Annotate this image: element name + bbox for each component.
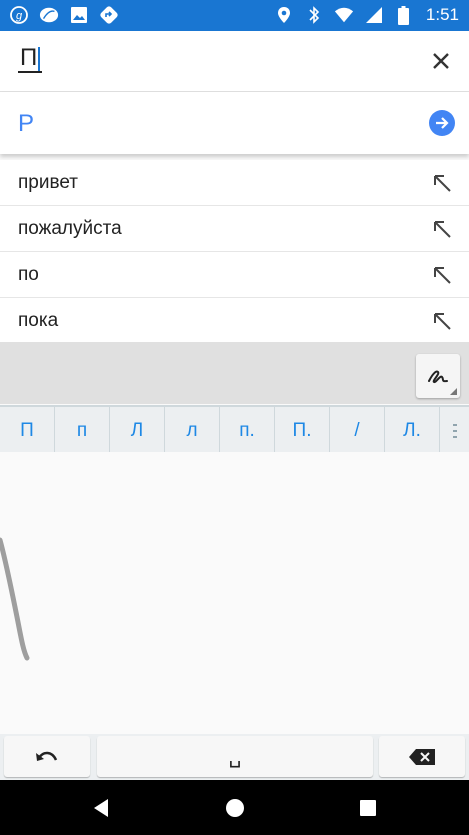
clear-button[interactable] bbox=[429, 49, 453, 73]
back-triangle-icon bbox=[94, 799, 108, 817]
suggestion-item[interactable]: привет bbox=[0, 160, 469, 206]
leaf-app-icon bbox=[39, 5, 59, 25]
candidate[interactable]: п. bbox=[220, 407, 275, 454]
status-bar: g 1:51 bbox=[0, 0, 469, 31]
candidate[interactable]: П. bbox=[275, 407, 330, 454]
handwriting-canvas[interactable] bbox=[0, 452, 469, 734]
suggestion-label: по bbox=[18, 264, 39, 285]
suggestion-item[interactable]: по bbox=[0, 252, 469, 298]
image-icon bbox=[69, 5, 89, 25]
candidate[interactable]: л bbox=[165, 407, 220, 454]
fill-query-arrow-icon[interactable] bbox=[431, 264, 453, 286]
keyboard-top-area bbox=[0, 342, 469, 404]
handwriting-button[interactable] bbox=[416, 354, 460, 398]
maps-nav-icon bbox=[99, 5, 119, 25]
keyboard-bottom-row: ␣ bbox=[0, 734, 469, 780]
close-icon bbox=[433, 53, 449, 69]
back-button[interactable] bbox=[89, 796, 113, 820]
translation-result[interactable]: P bbox=[0, 92, 469, 154]
home-button[interactable] bbox=[223, 796, 247, 820]
suggestion-label: привет bbox=[18, 172, 78, 193]
more-candidates-button[interactable] bbox=[440, 407, 469, 454]
arrow-forward-icon bbox=[436, 117, 449, 129]
svg-text:g: g bbox=[16, 10, 23, 22]
home-circle-icon bbox=[226, 799, 244, 817]
text-cursor bbox=[38, 46, 41, 71]
location-icon bbox=[274, 5, 294, 25]
candidate[interactable]: Л. bbox=[385, 407, 440, 454]
wifi-icon bbox=[334, 5, 354, 25]
fill-query-arrow-icon[interactable] bbox=[431, 218, 453, 240]
suggestion-label: пожалуйста bbox=[18, 218, 122, 239]
recents-button[interactable] bbox=[356, 796, 380, 820]
undo-icon bbox=[36, 751, 58, 761]
g-app-icon: g bbox=[9, 5, 29, 25]
space-key-label: ␣ bbox=[228, 746, 242, 768]
suggestion-label: пока bbox=[18, 310, 59, 331]
candidate-bar: П п Л л п. П. / Л. bbox=[0, 405, 469, 454]
search-input[interactable]: П bbox=[18, 44, 43, 73]
navigation-bar bbox=[0, 780, 469, 835]
undo-button[interactable] bbox=[4, 736, 90, 777]
signal-icon bbox=[364, 5, 384, 25]
candidate[interactable]: П bbox=[0, 407, 55, 454]
recents-square-icon bbox=[360, 800, 376, 816]
status-time: 1:51 bbox=[425, 5, 459, 24]
search-bar: П bbox=[0, 31, 469, 92]
suggestion-item[interactable]: пока bbox=[0, 298, 469, 344]
search-input-text: П bbox=[20, 44, 38, 71]
more-vert-icon bbox=[452, 423, 457, 438]
suggestion-item[interactable]: пожалуйста bbox=[0, 206, 469, 252]
candidate[interactable]: Л bbox=[110, 407, 165, 454]
corner-indicator bbox=[450, 388, 457, 395]
ink-stroke bbox=[0, 537, 30, 661]
candidate[interactable]: п bbox=[55, 407, 110, 454]
space-key[interactable]: ␣ bbox=[97, 736, 373, 777]
candidate[interactable]: / bbox=[330, 407, 385, 454]
backspace-icon bbox=[409, 748, 435, 765]
fill-query-arrow-icon[interactable] bbox=[431, 172, 453, 194]
fill-query-arrow-icon[interactable] bbox=[431, 310, 453, 332]
translation-text: P bbox=[18, 110, 35, 137]
go-button[interactable] bbox=[429, 110, 455, 136]
suggestion-list: привет пожалуйста по пока bbox=[0, 160, 469, 344]
delete-key[interactable] bbox=[379, 736, 465, 777]
bluetooth-icon bbox=[304, 5, 324, 25]
battery-icon bbox=[394, 5, 414, 25]
handwriting-icon bbox=[428, 370, 448, 384]
